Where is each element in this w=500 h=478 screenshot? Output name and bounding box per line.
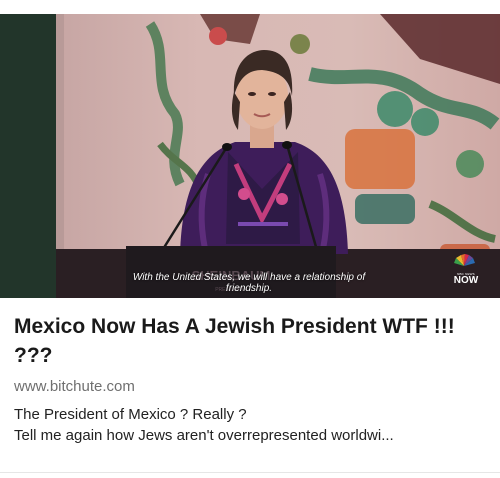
link-description: The President of Mexico ? Really ? Tell … — [14, 404, 488, 446]
card-divider — [0, 472, 500, 473]
green-flag-panel — [0, 14, 56, 298]
broadcaster-logo-text: NOW — [453, 275, 479, 286]
link-title[interactable]: Mexico Now Has A Jewish President WTF !!… — [14, 312, 488, 370]
video-thumbnail[interactable]: SHEINBAUM PRESIDENTA With the United Sta… — [0, 14, 500, 298]
card-text: Mexico Now Has A Jewish President WTF !!… — [14, 312, 488, 446]
link-preview-card[interactable]: SHEINBAUM PRESIDENTA With the United Sta… — [0, 0, 500, 478]
link-domain: www.bitchute.com — [14, 378, 135, 395]
description-line: Tell me again how Jews aren't overrepres… — [14, 427, 394, 444]
broadcaster-logo: NBC NEWS NOW — [448, 272, 484, 286]
video-caption: With the United States, we will have a r… — [132, 272, 366, 294]
thumbnail-scene: SHEINBAUM PRESIDENTA — [0, 14, 500, 298]
description-line: The President of Mexico ? Really ? — [14, 406, 247, 423]
